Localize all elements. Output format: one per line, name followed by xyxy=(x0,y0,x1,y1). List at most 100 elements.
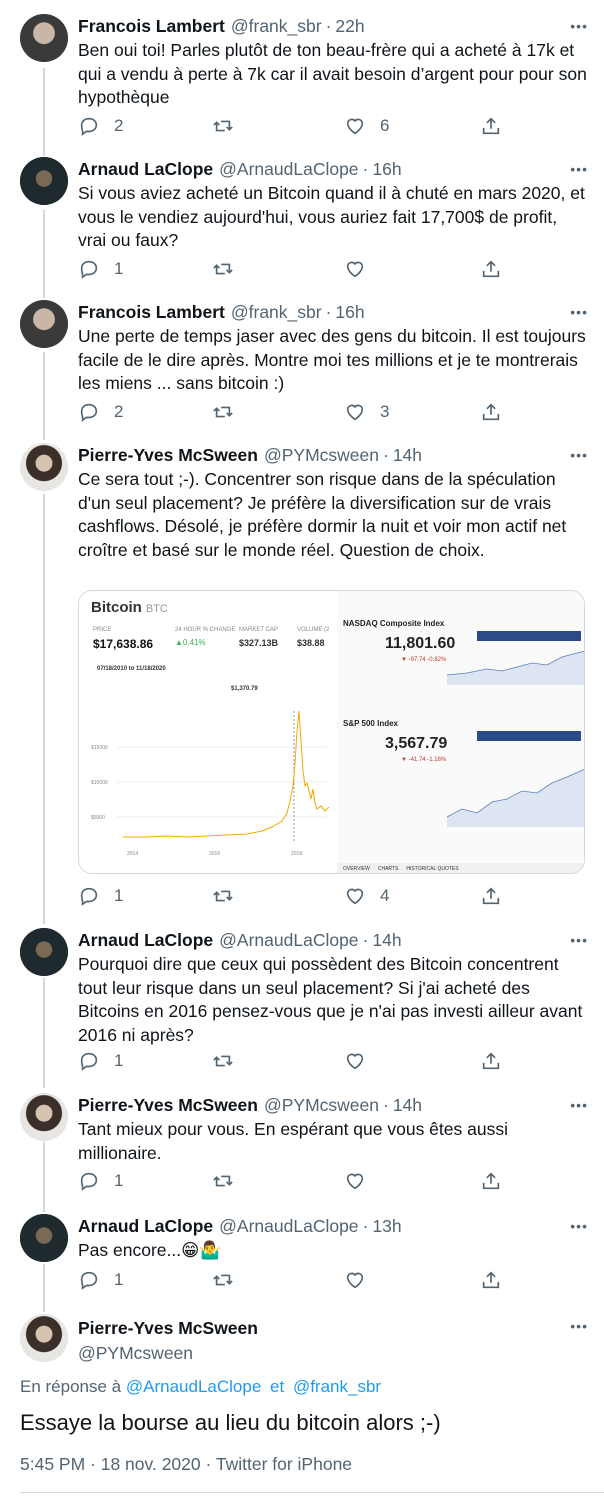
retweet-icon xyxy=(213,1274,233,1286)
tweet-meta[interactable]: 5:45 PM · 18 nov. 2020 · Twitter for iPh… xyxy=(20,1454,352,1475)
thread-line xyxy=(43,352,45,440)
like-button[interactable] xyxy=(344,1050,380,1072)
tweet-time[interactable]: 14h xyxy=(372,928,401,952)
avatar[interactable] xyxy=(20,928,68,976)
tweet-time[interactable]: 16h xyxy=(335,300,364,324)
author-handle[interactable]: @PYMcsween xyxy=(264,1093,379,1117)
tweet-time[interactable]: 22h xyxy=(335,14,364,38)
reply-button[interactable]: 1 xyxy=(78,885,123,907)
tweet-time[interactable]: 13h xyxy=(372,1214,401,1238)
thread-line xyxy=(43,1142,45,1212)
avatar[interactable] xyxy=(20,1314,68,1362)
more-icon[interactable]: ••• xyxy=(570,1318,588,1334)
separator: · xyxy=(383,445,389,465)
author-handle[interactable]: @ArnaudLaClope xyxy=(219,157,358,181)
retweet-button[interactable] xyxy=(212,1170,248,1192)
avatar[interactable] xyxy=(20,300,68,348)
mention-link[interactable]: @ArnaudLaClope xyxy=(126,1377,261,1396)
share-icon xyxy=(482,887,500,905)
share-button[interactable] xyxy=(480,1170,502,1192)
retweet-button[interactable] xyxy=(212,1269,248,1291)
retweet-button[interactable] xyxy=(212,115,248,137)
bitcoin-chart-panel: Bitcoin BTC PRICE 24 HOUR % CHANGE MARKET… xyxy=(79,591,335,873)
share-button[interactable] xyxy=(480,401,502,423)
bitcoin-title: Bitcoin BTC xyxy=(91,599,168,616)
share-icon xyxy=(482,1271,500,1289)
author-handle[interactable]: @ArnaudLaClope xyxy=(219,928,358,952)
author-name[interactable]: Arnaud LaClope xyxy=(78,157,213,181)
tweet-text: Pourquoi dire que ceux qui possèdent des… xyxy=(78,954,583,1045)
like-button[interactable] xyxy=(344,1269,380,1291)
retweet-icon xyxy=(213,406,233,418)
author-name[interactable]: Pierre-Yves McSween xyxy=(78,1093,258,1117)
share-icon xyxy=(482,117,500,135)
heart-icon xyxy=(346,1272,364,1289)
author-handle[interactable]: @frank_sbr xyxy=(231,14,322,38)
author-handle[interactable]: @ArnaudLaClope xyxy=(219,1214,358,1238)
reply-icon xyxy=(80,1052,98,1071)
like-button[interactable] xyxy=(344,1170,380,1192)
avatar[interactable] xyxy=(20,1214,68,1262)
reply-count: 2 xyxy=(114,116,124,135)
author-name[interactable]: Francois Lambert xyxy=(78,14,225,38)
reply-icon xyxy=(80,887,98,906)
reply-button[interactable]: 1 xyxy=(78,1170,123,1192)
author-name[interactable]: Arnaud LaClope xyxy=(78,928,213,952)
author-name[interactable]: Arnaud LaClope xyxy=(78,1214,213,1238)
tweet-text: Pas encore...😁🤷‍♂️ xyxy=(78,1240,222,1260)
retweet-icon xyxy=(213,263,233,275)
media-image[interactable]: Bitcoin BTC PRICE 24 HOUR % CHANGE MARKET… xyxy=(78,590,585,874)
retweet-button[interactable] xyxy=(212,885,248,907)
reply-button[interactable]: 1 xyxy=(78,1050,123,1072)
retweet-button[interactable] xyxy=(212,401,248,423)
share-icon xyxy=(482,403,500,421)
like-button[interactable]: 3 xyxy=(344,401,389,423)
like-button[interactable] xyxy=(344,258,380,280)
change-label: 24 HOUR % CHANGE xyxy=(175,627,236,633)
share-button[interactable] xyxy=(480,1269,502,1291)
share-button[interactable] xyxy=(480,258,502,280)
reply-button[interactable]: 1 xyxy=(78,1269,123,1291)
author-handle[interactable]: @PYMcsween xyxy=(78,1340,258,1366)
author-name[interactable]: Francois Lambert xyxy=(78,300,225,324)
quote-tabs: OVERVIEW CHARTS HISTORICAL QUOTES xyxy=(337,863,584,873)
author-name[interactable]: Pierre-Yves McSween xyxy=(78,443,258,467)
share-button[interactable] xyxy=(480,115,502,137)
tweet-actions: 1 4 xyxy=(78,885,518,911)
reply-button[interactable]: 2 xyxy=(78,115,123,137)
author-handle[interactable]: @PYMcsween xyxy=(264,443,379,467)
tweet-time[interactable]: 14h xyxy=(393,1093,422,1117)
author-handle[interactable]: @frank_sbr xyxy=(231,300,322,324)
share-icon xyxy=(482,1052,500,1070)
mention-link[interactable]: @frank_sbr xyxy=(293,1377,381,1396)
like-count: 4 xyxy=(380,886,390,905)
bitcoin-volume: $38.88 xyxy=(297,638,325,648)
like-button[interactable]: 4 xyxy=(344,885,389,907)
sp500-chart xyxy=(447,769,584,827)
author-name[interactable]: Pierre-Yves McSween xyxy=(78,1316,258,1340)
thread-line xyxy=(43,1264,45,1312)
reply-prefix: En réponse à xyxy=(20,1377,122,1396)
avatar[interactable] xyxy=(20,443,68,491)
focused-tweet-header: Pierre-Yves McSween @PYMcsween xyxy=(78,1316,258,1366)
share-button[interactable] xyxy=(480,885,502,907)
heart-icon xyxy=(346,888,364,905)
reply-button[interactable]: 1 xyxy=(78,258,123,280)
thread-line xyxy=(43,494,45,924)
avatar[interactable] xyxy=(20,1093,68,1141)
avatar[interactable] xyxy=(20,14,68,62)
tab-historical: HISTORICAL QUOTES xyxy=(406,866,459,872)
nasdaq-chart xyxy=(447,650,584,685)
retweet-button[interactable] xyxy=(212,258,248,280)
tweet-time[interactable]: 14h xyxy=(393,443,422,467)
nasdaq-value: 11,801.60 xyxy=(385,635,456,652)
tweet-time[interactable]: 16h xyxy=(372,157,401,181)
separator: · xyxy=(325,302,332,322)
like-count: 6 xyxy=(380,116,390,135)
like-button[interactable]: 6 xyxy=(344,115,389,137)
avatar[interactable] xyxy=(20,157,68,205)
reply-button[interactable]: 2 xyxy=(78,401,123,423)
retweet-button[interactable] xyxy=(212,1050,248,1072)
reply-count: 1 xyxy=(114,1171,124,1190)
share-button[interactable] xyxy=(480,1050,502,1072)
